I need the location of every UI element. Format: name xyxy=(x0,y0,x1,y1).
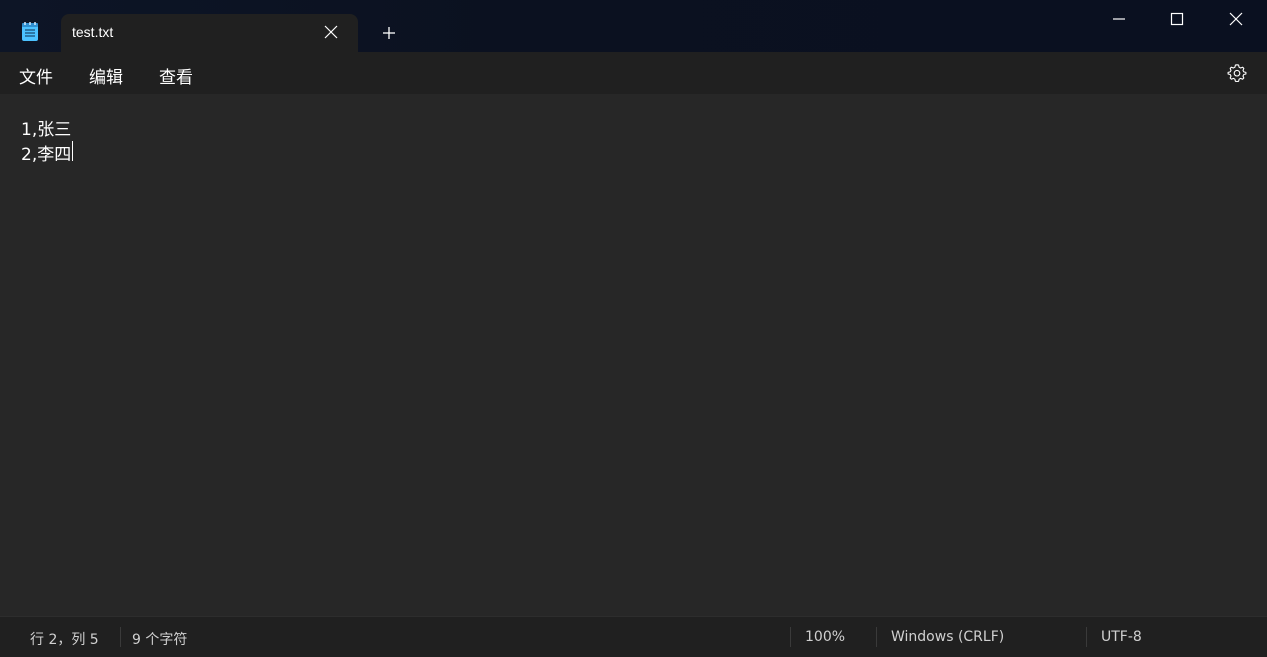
title-bar: test.txt xyxy=(0,0,1267,52)
menu-bar: 文件 编辑 查看 xyxy=(0,52,1267,94)
character-count: 9 个字符 xyxy=(132,632,188,648)
gear-icon[interactable] xyxy=(1227,63,1247,83)
notepad-icon xyxy=(22,22,38,41)
editor-line-2: 2,李四 xyxy=(21,145,72,165)
status-divider xyxy=(1086,627,1087,647)
status-divider xyxy=(876,627,877,647)
editor-line-1: 1,张三 xyxy=(21,120,72,140)
tab-test-txt[interactable]: test.txt xyxy=(61,14,358,52)
status-divider xyxy=(790,627,791,647)
menu-view[interactable]: 查看 xyxy=(159,63,193,88)
close-icon[interactable] xyxy=(323,24,339,40)
status-bar: 行 2，列 5 9 个字符 100% Windows (CRLF) UTF-8 xyxy=(0,616,1267,657)
menu-file[interactable]: 文件 xyxy=(19,63,53,88)
notepad-window: test.txt 文件 编辑 查看 1,张三 2,李四 行 2，列 5 9 个字… xyxy=(0,0,1267,657)
close-window-icon[interactable] xyxy=(1228,11,1244,27)
text-editor[interactable]: 1,张三 2,李四 xyxy=(0,94,1267,616)
zoom-level[interactable]: 100% xyxy=(805,629,845,645)
tab-title: test.txt xyxy=(72,24,114,40)
menu-edit[interactable]: 编辑 xyxy=(89,63,123,88)
plus-icon[interactable] xyxy=(381,25,397,41)
status-divider xyxy=(120,627,121,647)
encoding[interactable]: UTF-8 xyxy=(1101,629,1142,645)
cursor-position: 行 2，列 5 xyxy=(30,632,99,648)
maximize-icon[interactable] xyxy=(1169,11,1185,27)
line-ending[interactable]: Windows (CRLF) xyxy=(891,629,1004,645)
text-caret xyxy=(72,141,73,161)
minimize-icon[interactable] xyxy=(1111,11,1127,27)
